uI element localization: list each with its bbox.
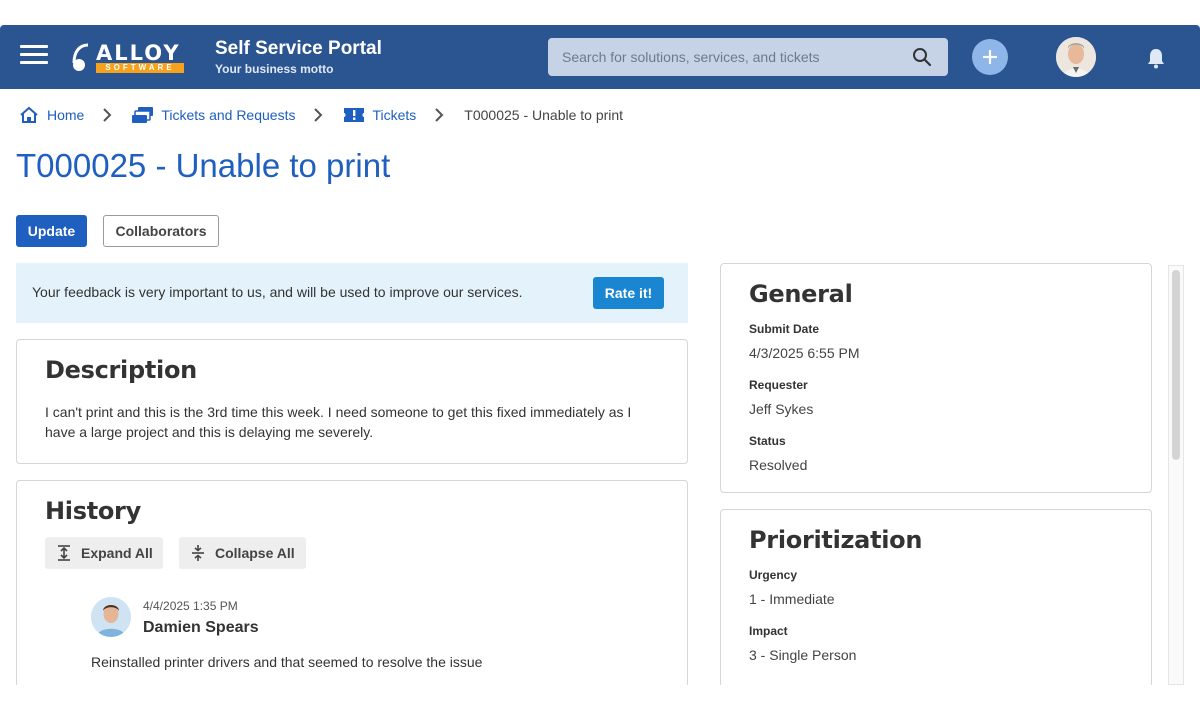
portal-motto: Your business motto [215, 62, 334, 76]
rate-it-button[interactable]: Rate it! [593, 277, 664, 309]
chevron-right-icon [103, 108, 112, 122]
description-card: Description I can't print and this is th… [16, 339, 688, 464]
page-title: T000025 - Unable to print [16, 147, 391, 184]
chevron-right-icon [435, 108, 444, 122]
expand-icon [58, 545, 70, 561]
general-heading: General [749, 280, 853, 308]
page-scrollbar[interactable] [1168, 265, 1184, 685]
impact-label: Impact [749, 624, 788, 638]
submit-date-value: 4/3/2025 6:55 PM [749, 345, 860, 361]
history-heading: History [45, 497, 141, 525]
user-avatar[interactable] [1056, 37, 1096, 77]
menu-icon[interactable] [20, 45, 48, 69]
breadcrumb-tickets-and-requests[interactable]: Tickets and Requests [132, 106, 295, 124]
plus-icon [983, 50, 997, 64]
logo-subtext: SOFTWARE [96, 63, 184, 73]
create-new-button[interactable] [972, 39, 1008, 75]
urgency-value: 1 - Immediate [749, 591, 835, 607]
scrollbar-thumb[interactable] [1172, 270, 1180, 460]
breadcrumb-home[interactable]: Home [18, 106, 84, 124]
status-label: Status [749, 434, 786, 448]
prioritization-heading: Prioritization [749, 526, 923, 554]
expand-all-label: Expand All [81, 545, 153, 561]
requester-value: Jeff Sykes [749, 401, 814, 417]
chevron-right-icon [314, 108, 323, 122]
impact-value: 3 - Single Person [749, 647, 857, 663]
tickets-requests-icon [132, 107, 154, 123]
feedback-message: Your feedback is very important to us, a… [32, 284, 523, 300]
search-box [548, 38, 948, 76]
breadcrumb-tickets[interactable]: Tickets [343, 106, 416, 124]
breadcrumb-tickets-label: Tickets [372, 107, 417, 123]
prioritization-card: Prioritization Urgency 1 - Immediate Imp… [720, 509, 1152, 685]
ticket-icon [344, 108, 365, 122]
company-logo[interactable]: ALLOY SOFTWARE [70, 41, 188, 75]
history-entry-author: Damien Spears [143, 619, 259, 636]
urgency-label: Urgency [749, 568, 798, 582]
collapse-icon [192, 545, 204, 561]
author-photo-icon [91, 597, 131, 637]
breadcrumb: Home Tickets and Requests Tickets T00002… [18, 105, 623, 125]
user-photo-icon [1056, 37, 1096, 77]
history-author-avatar [91, 597, 131, 637]
description-heading: Description [45, 356, 197, 384]
portal-title: Self Service Portal [215, 38, 382, 59]
history-entry-date: 4/4/2025 1:35 PM [143, 599, 238, 613]
history-entry-text: Reinstalled printer drivers and that see… [91, 654, 483, 670]
general-card: General Submit Date 4/3/2025 6:55 PM Req… [720, 263, 1152, 493]
breadcrumb-current: T000025 - Unable to print [464, 107, 624, 123]
search-icon[interactable] [912, 47, 932, 67]
expand-all-button[interactable]: Expand All [45, 537, 163, 569]
logo-text: ALLOY [96, 41, 181, 65]
requester-label: Requester [749, 378, 808, 392]
breadcrumb-home-label: Home [47, 107, 85, 123]
top-header: ALLOY SOFTWARE Self Service Portal Your … [0, 25, 1200, 89]
home-icon [20, 106, 38, 123]
update-button[interactable]: Update [16, 215, 87, 247]
submit-date-label: Submit Date [749, 322, 820, 336]
description-text: I can't print and this is the 3rd time t… [45, 404, 632, 440]
logo-mark-icon [72, 43, 89, 71]
notifications-bell-icon[interactable] [1146, 47, 1166, 69]
history-card: History Expand All Collapse All 4/4/2025… [16, 480, 688, 685]
portal-window: ALLOY SOFTWARE Self Service Portal Your … [0, 25, 1200, 685]
status-value: Resolved [749, 457, 808, 473]
feedback-banner: Your feedback is very important to us, a… [16, 263, 688, 323]
collapse-all-button[interactable]: Collapse All [179, 537, 306, 569]
breadcrumb-tickets-and-requests-label: Tickets and Requests [161, 107, 296, 123]
search-input[interactable] [548, 38, 908, 76]
collapse-all-label: Collapse All [215, 545, 295, 561]
collaborators-button[interactable]: Collaborators [103, 215, 219, 247]
